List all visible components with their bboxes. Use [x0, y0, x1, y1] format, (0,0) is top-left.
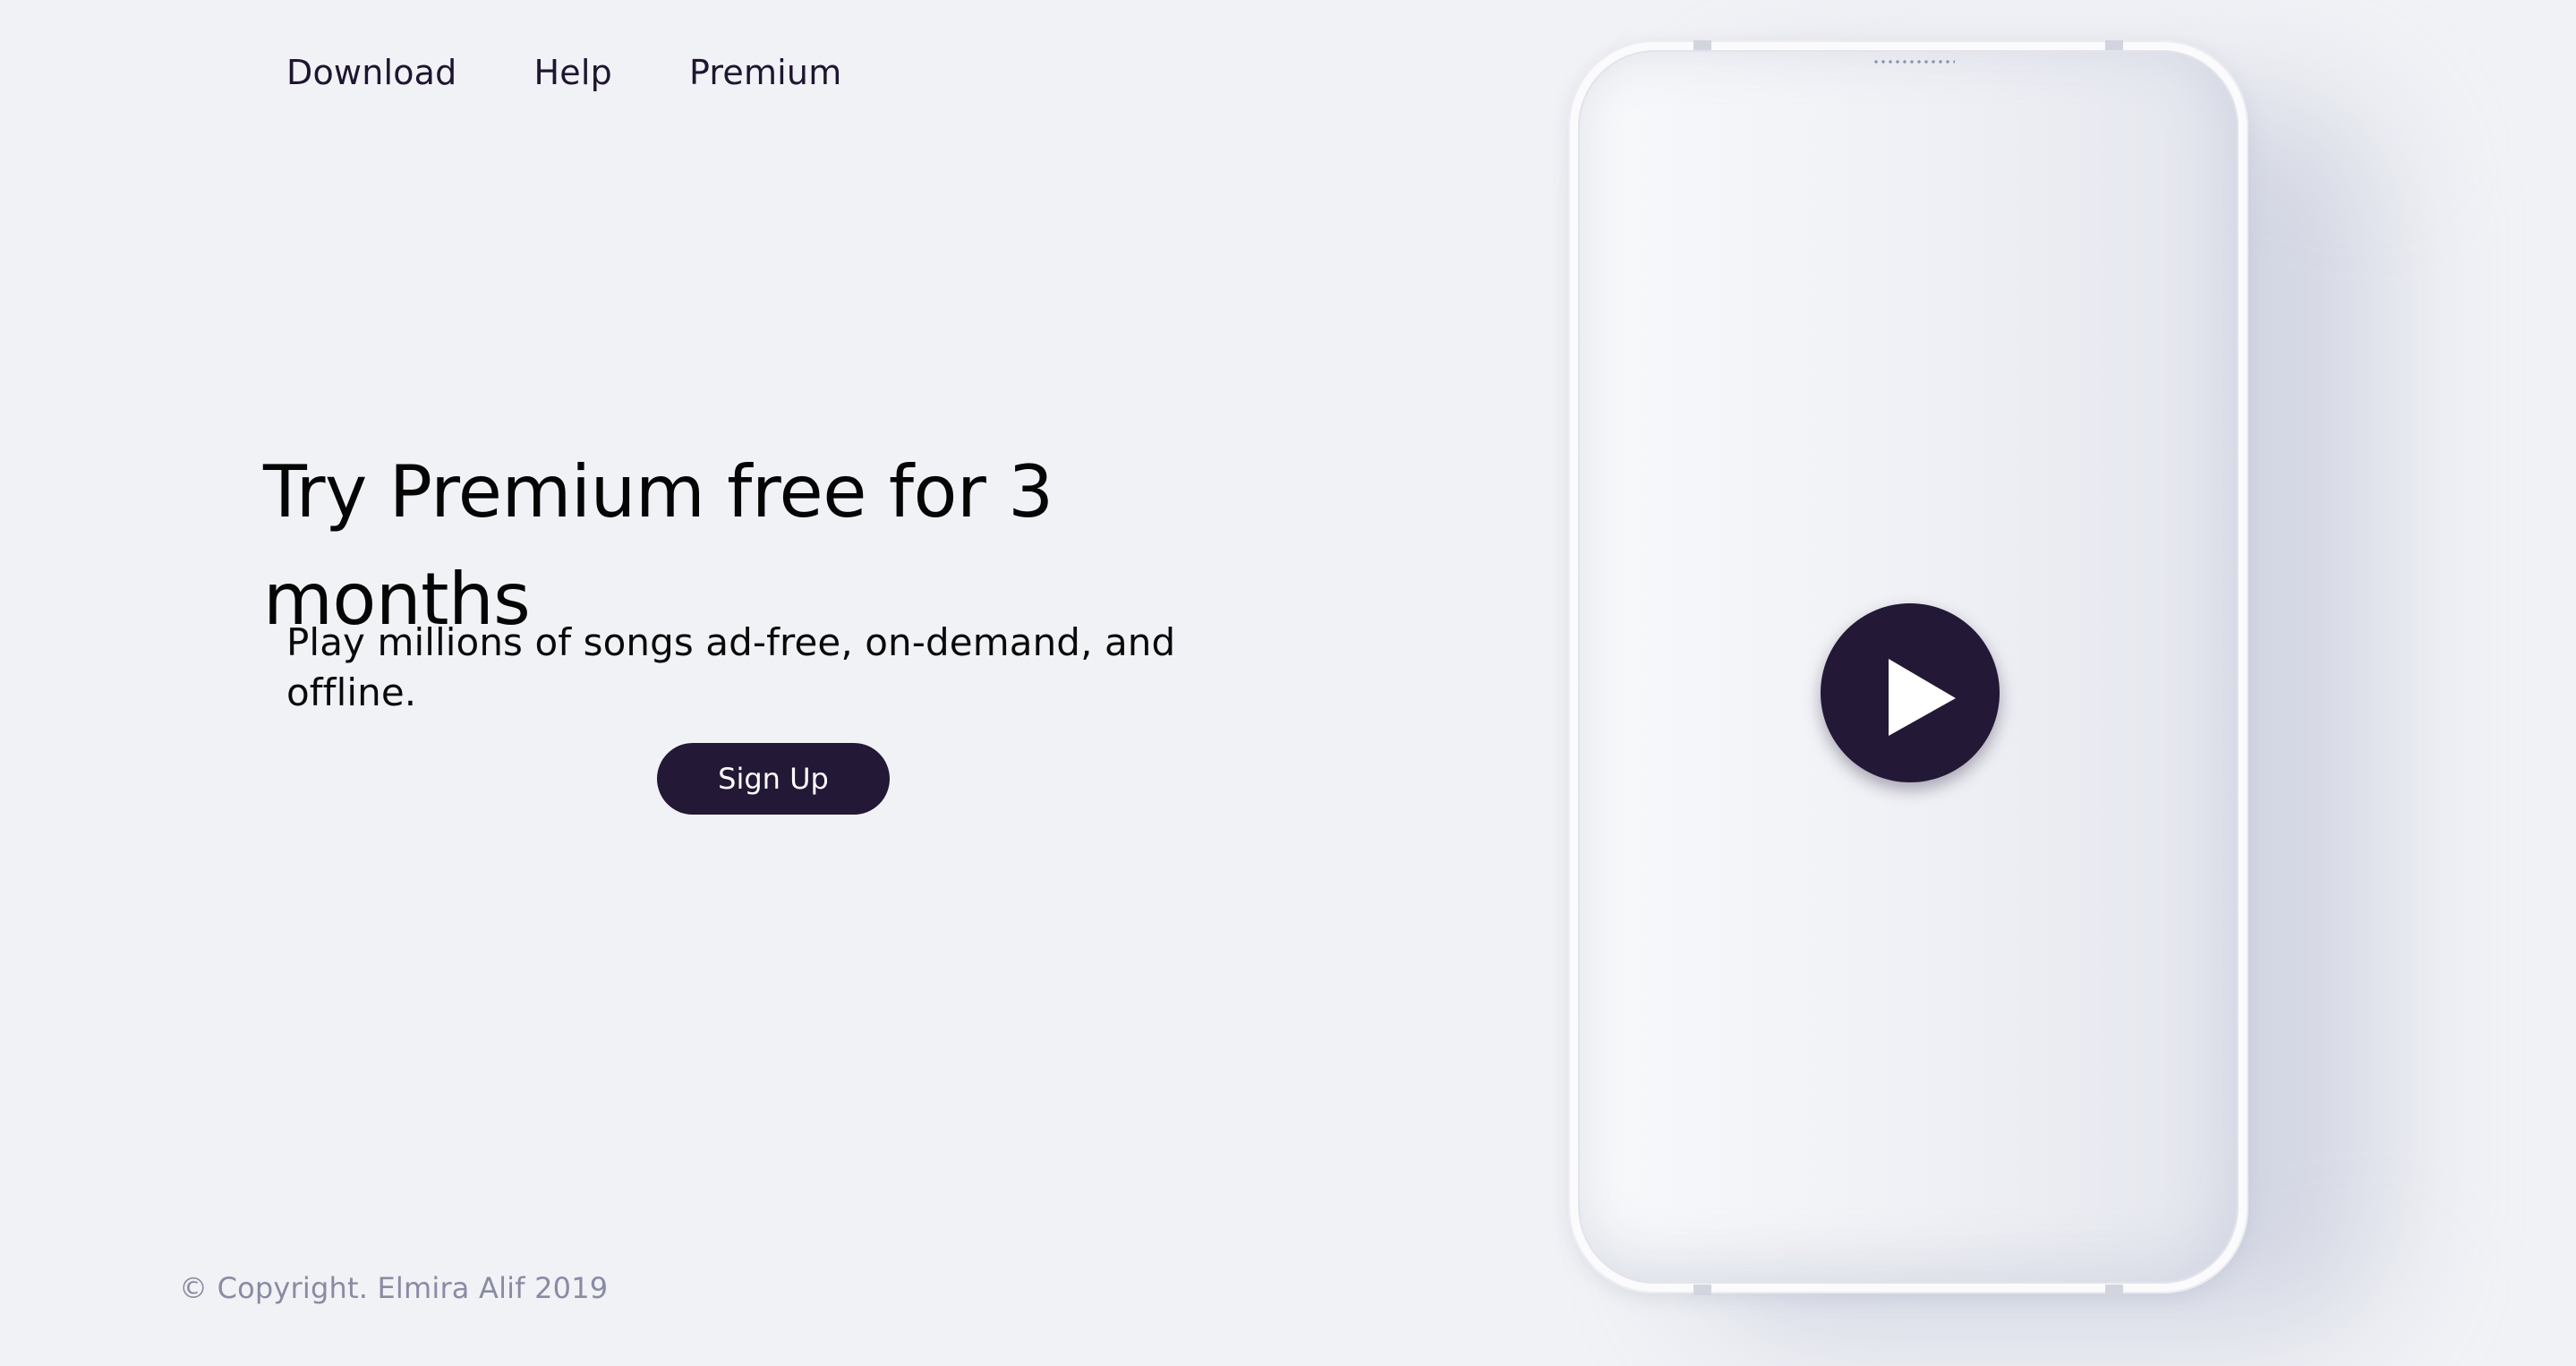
speaker-grille	[1872, 60, 1955, 64]
phone-bottom-right-tab	[2105, 1285, 2123, 1295]
nav-link-premium[interactable]: Premium	[689, 50, 842, 95]
hero-subtitle: Play millions of songs ad-free, on-deman…	[286, 620, 1176, 714]
play-button[interactable]	[1821, 603, 2000, 782]
nav-link-help[interactable]: Help	[534, 50, 612, 95]
nav-link-download[interactable]: Download	[286, 50, 457, 95]
copyright-text: © Copyright. Elmira Alif 2019	[179, 1271, 609, 1305]
play-icon	[1889, 659, 1956, 736]
sign-up-button[interactable]: Sign Up	[657, 743, 890, 815]
top-nav: Download Help Premium	[286, 50, 918, 95]
landing-page: Download Help Premium Try Premium free f…	[0, 0, 2576, 1366]
phone-bottom-left-tab	[1693, 1285, 1711, 1295]
